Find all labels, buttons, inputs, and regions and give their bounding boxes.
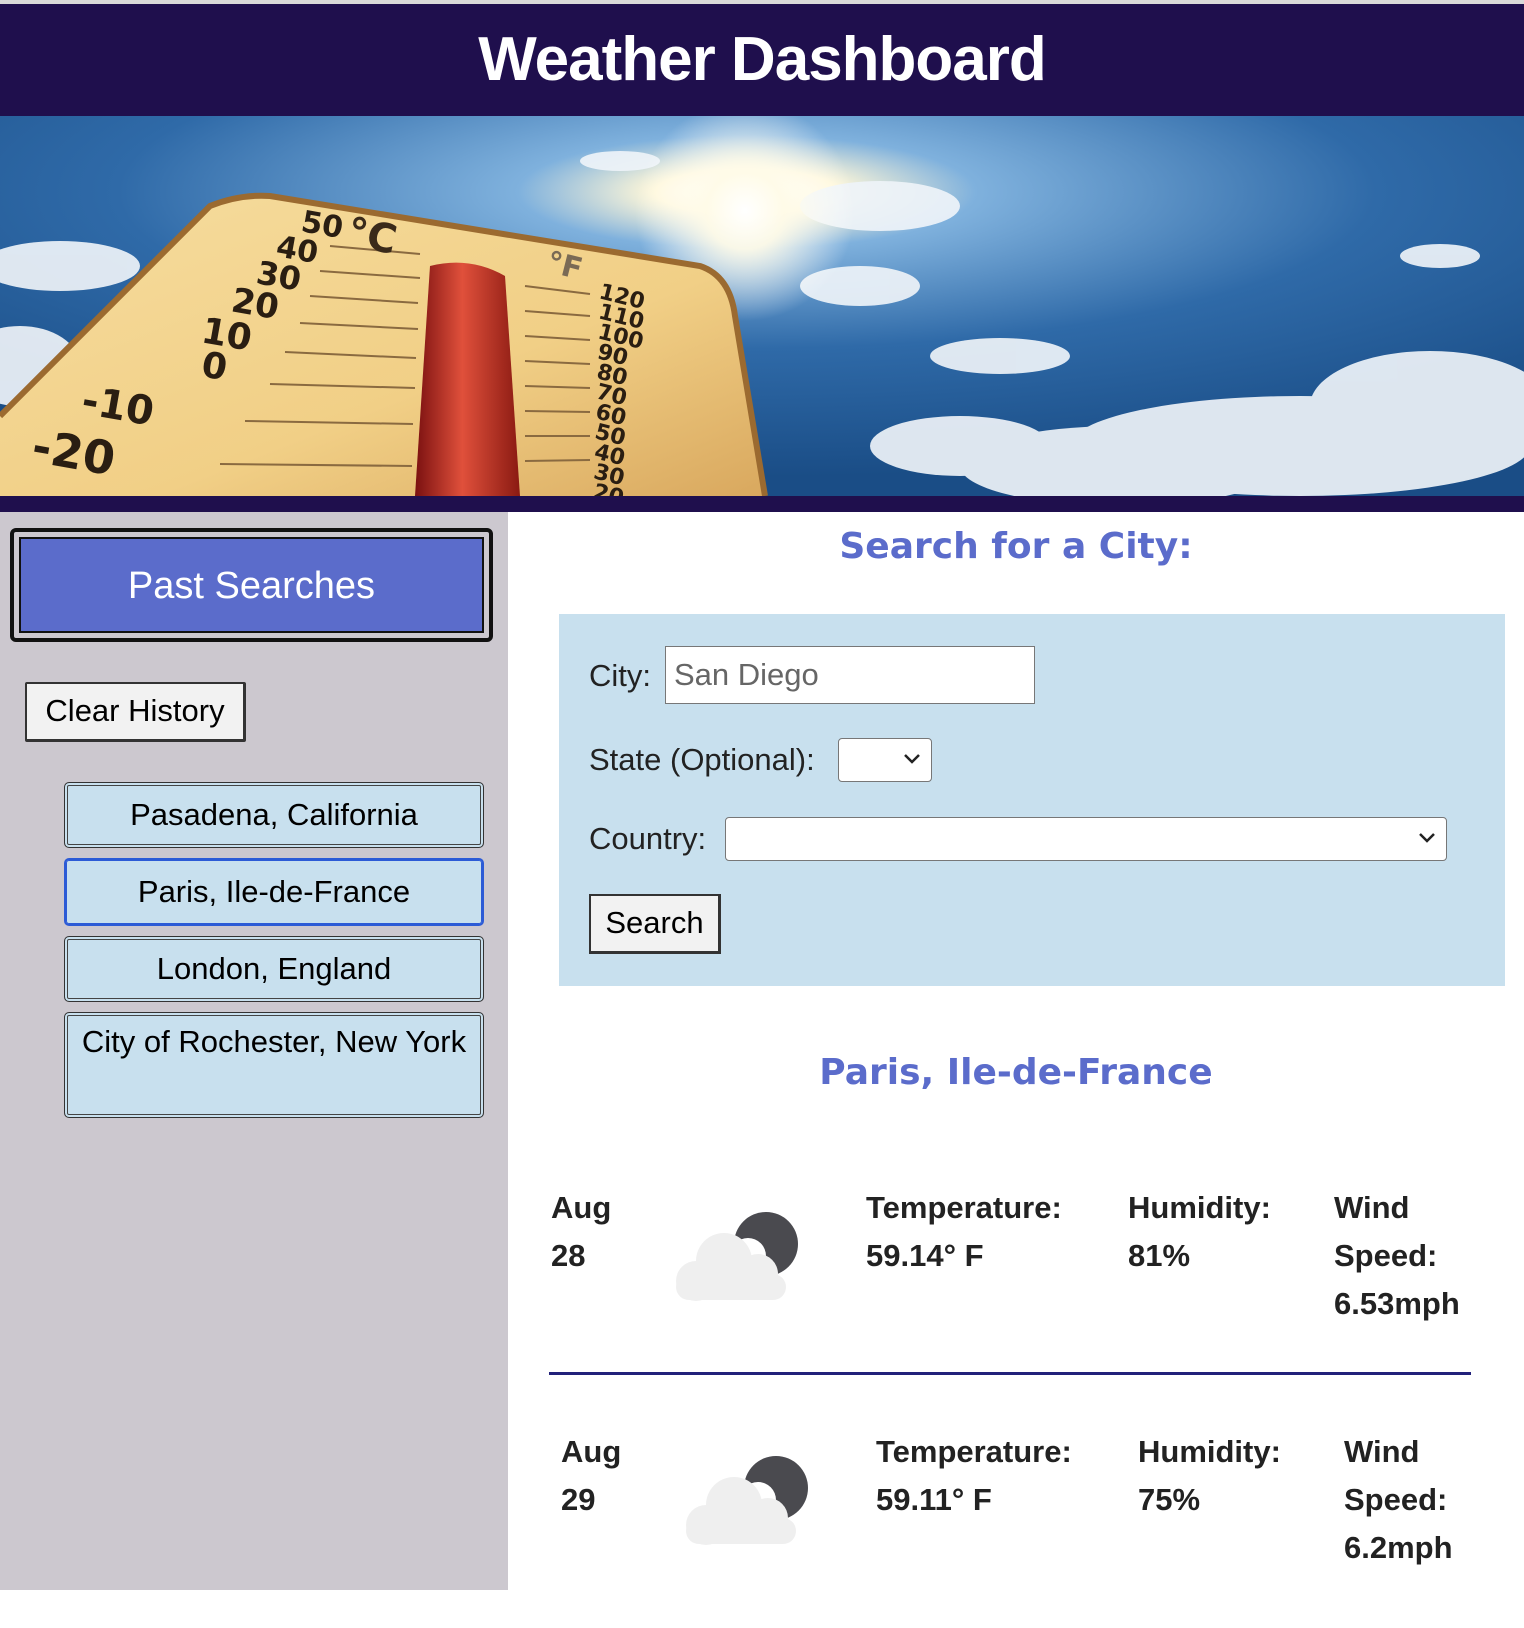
history-item-paris[interactable]: Paris, Ile-de-France	[64, 858, 484, 926]
forecast-month: Aug	[561, 1434, 622, 1469]
wind-speed-label: Speed:	[1334, 1238, 1438, 1273]
forecast-humidity: Humidity: 75%	[1138, 1428, 1318, 1524]
search-heading: Search for a City:	[839, 526, 1193, 567]
hero-bottom-band	[0, 496, 1524, 512]
country-label: Country:	[589, 821, 707, 856]
history-item-london[interactable]: London, England	[64, 936, 484, 1002]
state-select[interactable]	[838, 738, 932, 782]
temperature-value: 59.14° F	[866, 1238, 984, 1273]
humidity-label: Humidity:	[1138, 1434, 1281, 1469]
forecast-temperature: Temperature: 59.11° F	[876, 1428, 1116, 1524]
wind-speed-label: Speed:	[1344, 1482, 1448, 1517]
forecast-day: 28	[551, 1238, 586, 1273]
thermometer-sky-image: °C °F 50403020100-10-20 1201101009080706…	[0, 116, 1524, 496]
result-city-heading: Paris, Ile-de-France	[819, 1052, 1213, 1093]
forecast-temperature: Temperature: 59.14° F	[866, 1184, 1106, 1280]
search-form: City: San Diego State (Optional): Countr…	[559, 614, 1505, 986]
search-history-list: Pasadena, California Paris, Ile-de-Franc…	[64, 782, 484, 1128]
forecast-wind: Wind Speed: 6.2mph	[1344, 1428, 1494, 1572]
humidity-value: 75%	[1138, 1482, 1201, 1517]
forecast-row: Aug 28 Temperature: 59.14° F Humidity: 8…	[508, 1184, 1524, 1384]
cloud-moon-icon	[686, 1456, 808, 1545]
wind-label: Wind	[1344, 1434, 1420, 1469]
city-label: City:	[589, 658, 651, 693]
forecast-divider	[549, 1372, 1471, 1375]
wind-value: 6.53mph	[1334, 1286, 1460, 1321]
wind-label: Wind	[1334, 1190, 1410, 1225]
past-searches-header: Past Searches	[10, 528, 493, 642]
main-content: Search for a City: City: San Diego State…	[508, 512, 1524, 1590]
forecast-day: 29	[561, 1482, 596, 1517]
forecast-month: Aug	[551, 1190, 612, 1225]
page-header: Weather Dashboard	[0, 4, 1524, 116]
temperature-label: Temperature:	[876, 1434, 1072, 1469]
search-button[interactable]: Search	[589, 894, 721, 954]
forecast-wind: Wind Speed: 6.53mph	[1334, 1184, 1484, 1328]
wind-value: 6.2mph	[1344, 1530, 1453, 1565]
forecast-date: Aug 29	[561, 1428, 641, 1524]
temperature-label: Temperature:	[866, 1190, 1062, 1225]
history-item-rochester[interactable]: City of Rochester, New York	[64, 1012, 484, 1118]
cloud-moon-icon	[676, 1212, 798, 1301]
humidity-label: Humidity:	[1128, 1190, 1271, 1225]
history-item-pasadena[interactable]: Pasadena, California	[64, 782, 484, 848]
temperature-value: 59.11° F	[876, 1482, 992, 1517]
humidity-value: 81%	[1128, 1238, 1191, 1273]
hero-banner: °C °F 50 40 30 20 10 0 -10 -20 120 110 100 90 80 70 6…	[0, 116, 1524, 496]
chevron-down-icon	[904, 754, 920, 764]
sidebar: Past Searches Clear History Pasadena, Ca…	[0, 512, 508, 1590]
forecast-date: Aug 28	[551, 1184, 631, 1280]
city-input[interactable]: San Diego	[665, 646, 1035, 704]
state-label: State (Optional):	[589, 742, 815, 777]
country-select[interactable]	[725, 817, 1447, 861]
chevron-down-icon	[1419, 833, 1435, 843]
clear-history-button[interactable]: Clear History	[25, 682, 246, 742]
forecast-humidity: Humidity: 81%	[1128, 1184, 1308, 1280]
forecast-row: Aug 29 Temperature: 59.11° F Humidity: 7…	[508, 1428, 1524, 1628]
page-title: Weather Dashboard	[478, 25, 1047, 94]
past-searches-title: Past Searches	[19, 537, 484, 633]
